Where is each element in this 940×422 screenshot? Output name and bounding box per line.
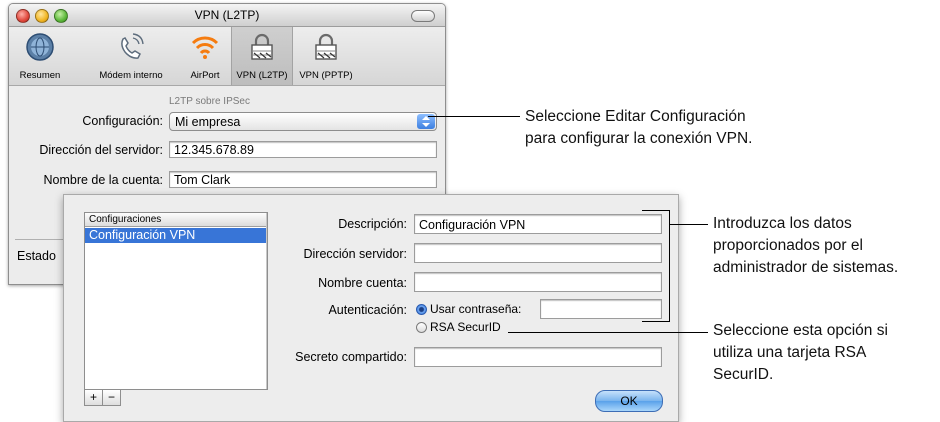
callout-rsa-securid: Seleccione esta opción si utiliza una ta… <box>713 320 938 386</box>
divider <box>15 239 65 240</box>
network-globe-icon <box>26 33 54 61</box>
toolbar-item-label: Resumen <box>19 70 61 81</box>
title-bar: VPN (L2TP) <box>9 4 445 27</box>
configurations-list[interactable]: Configuraciones Configuración VPN <box>84 212 268 390</box>
callout-bracket-bottom <box>642 321 670 322</box>
window-title: VPN (L2TP) <box>194 8 260 22</box>
rsa-securid-radio[interactable] <box>416 322 427 333</box>
list-item[interactable]: Configuración VPN <box>85 228 267 243</box>
vpn-lock-icon <box>315 33 337 60</box>
phone-modem-icon <box>121 33 144 59</box>
configuration-value: Mi empresa <box>175 115 241 129</box>
authentication-label: Autenticación: <box>328 303 407 317</box>
configuration-popup[interactable]: Mi empresa <box>169 112 437 131</box>
account-name-field[interactable]: Tom Clark <box>169 171 437 188</box>
callout-text: Seleccione Editar Configuración <box>525 108 746 125</box>
callout-text: Seleccione esta opción si <box>713 322 888 339</box>
server-address-field[interactable] <box>414 243 662 263</box>
rsa-securid-option-label: RSA SecurID <box>430 320 501 334</box>
section-caption: L2TP sobre IPSec <box>169 96 250 107</box>
account-name-label: Nombre cuenta: <box>318 276 407 290</box>
add-configuration-button[interactable]: + <box>84 389 103 406</box>
shared-secret-label: Secreto compartido: <box>295 350 407 364</box>
toolbar-item-airport[interactable]: AirPort <box>181 27 229 85</box>
toolbar: Resumen Módem interno AirPort VPN (L2TP)… <box>9 27 445 86</box>
toolbar-item-label: VPN (PPTP) <box>299 70 353 81</box>
callout-text: proporcionados por el <box>713 237 863 254</box>
toolbar-item-modem[interactable]: Módem interno <box>89 27 173 85</box>
toolbar-toggle-button[interactable] <box>411 10 435 22</box>
toolbar-item-label: VPN (L2TP) <box>236 70 288 81</box>
callout-text: para configurar la conexión VPN. <box>525 130 753 147</box>
callout-enter-data: Introduzca los datos proporcionados por … <box>713 213 938 279</box>
toolbar-item-label: Módem interno <box>99 70 163 81</box>
ok-button[interactable]: OK <box>595 390 663 412</box>
configurations-header: Configuraciones <box>85 213 267 227</box>
callout-bracket-top <box>642 210 670 211</box>
server-address-label: Dirección del servidor: <box>39 143 163 157</box>
use-password-radio[interactable] <box>416 304 427 315</box>
callout-edit-configuration: Seleccione Editar Configuración para con… <box>525 106 825 150</box>
callout-text: administrador de sistemas. <box>713 259 899 276</box>
description-field[interactable]: Configuración VPN <box>414 214 662 234</box>
callout-leader-line <box>670 224 708 225</box>
callout-leader-line <box>508 332 708 333</box>
use-password-option-label: Usar contraseña: <box>430 302 522 316</box>
remove-configuration-button[interactable]: − <box>102 389 121 406</box>
account-name-label: Nombre de la cuenta: <box>43 173 163 187</box>
password-field[interactable] <box>540 299 662 319</box>
toolbar-item-vpn-l2tp[interactable]: VPN (L2TP) <box>231 27 293 85</box>
status-label: Estado <box>17 249 56 263</box>
callout-bracket <box>669 210 670 322</box>
description-label: Descripción: <box>338 217 407 231</box>
vpn-lock-icon <box>251 33 273 60</box>
airport-wifi-icon <box>191 36 219 59</box>
callout-leader-line <box>428 116 520 117</box>
edit-configurations-sheet: Configuraciones Configuración VPN + − De… <box>63 194 679 422</box>
server-address-field[interactable]: 12.345.678.89 <box>169 141 437 158</box>
configuration-label: Configuración: <box>82 114 163 128</box>
server-address-label: Dirección servidor: <box>303 247 407 261</box>
shared-secret-field[interactable] <box>414 347 662 367</box>
toolbar-item-resumen[interactable]: Resumen <box>11 27 69 85</box>
callout-text: Introduzca los datos <box>713 215 852 232</box>
toolbar-item-label: AirPort <box>190 70 220 81</box>
account-name-field[interactable] <box>414 272 662 292</box>
callout-text: utiliza una tarjeta RSA <box>713 344 867 361</box>
callout-text: SecurID. <box>713 366 774 383</box>
toolbar-item-vpn-pptp[interactable]: VPN (PPTP) <box>293 27 359 85</box>
